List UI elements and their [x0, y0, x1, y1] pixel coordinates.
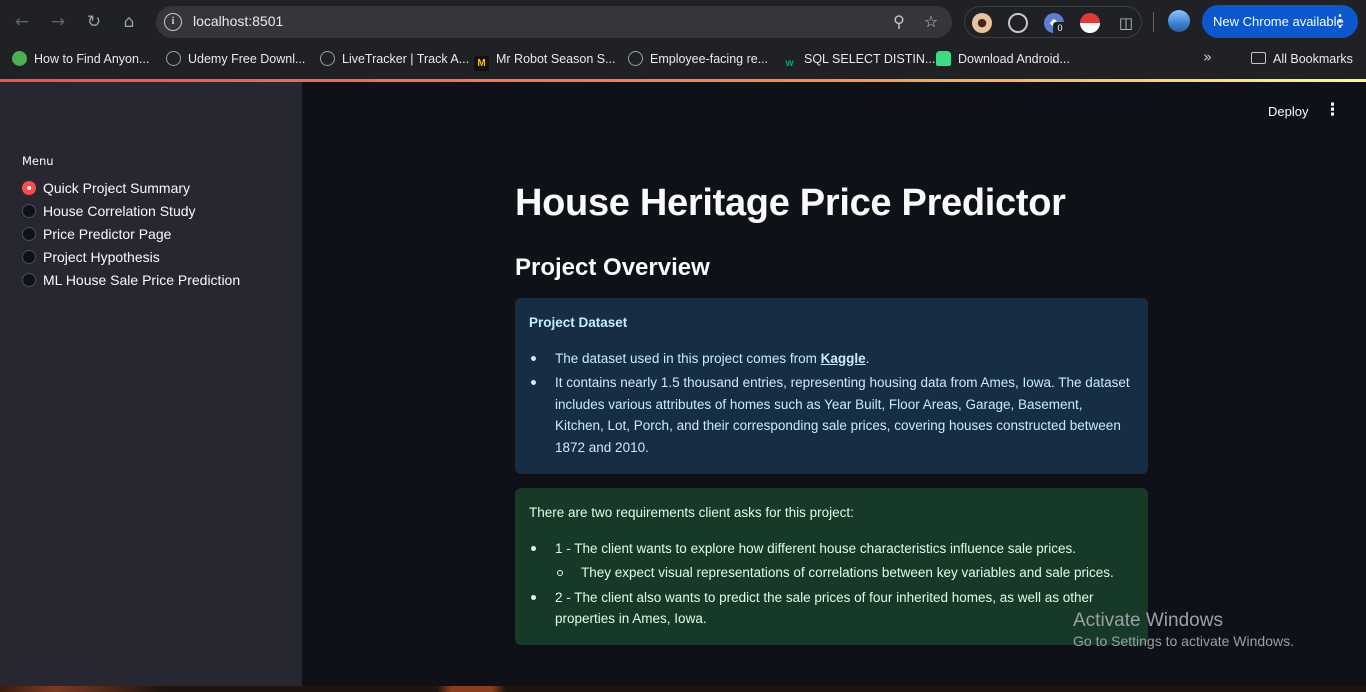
m-logo-icon: M: [474, 56, 489, 71]
profile-avatar[interactable]: [1168, 10, 1190, 32]
watermark-line1: Activate Windows: [1073, 610, 1223, 631]
deploy-button[interactable]: Deploy: [1268, 104, 1308, 119]
bookmark-item[interactable]: Udemy Free Downl...: [166, 50, 305, 68]
bookmark-label: Download Android...: [958, 52, 1070, 66]
toolbar-divider: [1153, 12, 1154, 32]
globe-icon: [166, 51, 181, 66]
chrome-menu-icon[interactable]: ⋮: [1332, 5, 1348, 38]
address-bar[interactable]: i localhost:8501 ⚲ ☆: [156, 6, 952, 38]
all-bookmarks-label: All Bookmarks: [1273, 52, 1353, 66]
radio-label: House Correlation Study: [43, 203, 196, 219]
chrome-update-button[interactable]: New Chrome available ⋮: [1202, 5, 1358, 38]
requirements-list: 1 - The client wants to explore how diff…: [529, 538, 1134, 630]
browser-toolbar: ← → ↻ ⌂ i localhost:8501 ⚲ ☆ ● ◆ ◫ 0 New…: [0, 0, 1366, 44]
bookmark-item[interactable]: M Mr Robot Season S...: [474, 50, 616, 71]
android-icon: [936, 51, 951, 66]
radio-selected-icon[interactable]: [22, 181, 36, 195]
bookmarks-bar: How to Find Anyon... Udemy Free Downl...…: [0, 46, 1366, 72]
windows-activation-watermark: Activate Windows Go to Settings to activ…: [1073, 610, 1294, 649]
globe-icon: [320, 51, 335, 66]
folder-icon: [1251, 52, 1266, 64]
site-info-icon[interactable]: i: [164, 13, 182, 31]
all-bookmarks[interactable]: All Bookmarks: [1251, 50, 1353, 68]
extension-circle-icon[interactable]: [1008, 13, 1028, 33]
info-box-dataset: Project Dataset The dataset used in this…: [515, 298, 1148, 474]
home-icon[interactable]: ⌂: [117, 10, 141, 34]
globe-icon: [628, 51, 643, 66]
list-item-text: .: [865, 350, 870, 366]
bookmarks-overflow-icon[interactable]: »: [1203, 48, 1212, 66]
info-box-heading: Project Dataset: [529, 315, 628, 330]
sidebar: Menu Quick Project Summary House Correla…: [0, 82, 302, 692]
success-box-requirements: There are two requirements client asks f…: [515, 488, 1148, 645]
bookmark-item[interactable]: How to Find Anyon...: [12, 50, 149, 68]
main-content: Deploy ⋮ House Heritage Price Predictor …: [302, 82, 1366, 692]
section-title: Project Overview: [515, 254, 710, 281]
page-title: House Heritage Price Predictor: [515, 182, 1066, 224]
list-subitem: They expect visual representations of co…: [529, 562, 1134, 584]
bookmark-label: Mr Robot Season S...: [496, 52, 616, 66]
requirements-intro: There are two requirements client asks f…: [529, 505, 854, 520]
taskbar-edge: [0, 686, 1366, 692]
extensions-puzzle-icon[interactable]: ◫: [1116, 13, 1136, 33]
radio-label: ML House Sale Price Prediction: [43, 272, 241, 288]
list-item: 1 - The client wants to explore how diff…: [529, 538, 1134, 560]
green-logo-icon: [12, 51, 27, 66]
watermark-line2: Go to Settings to activate Windows.: [1073, 633, 1294, 649]
zoom-icon[interactable]: ⚲: [888, 11, 910, 33]
kaggle-link[interactable]: Kaggle: [821, 351, 866, 366]
radio-unselected-icon[interactable]: [22, 250, 36, 264]
browser-chrome: ← → ↻ ⌂ i localhost:8501 ⚲ ☆ ● ◆ ◫ 0 New…: [0, 0, 1366, 82]
w3-logo-icon: w: [785, 58, 794, 69]
menu-title: Menu: [22, 154, 54, 168]
list-item: It contains nearly 1.5 thousand entries,…: [529, 372, 1134, 458]
radio-label: Quick Project Summary: [43, 180, 191, 196]
bookmark-star-icon[interactable]: ☆: [920, 11, 942, 33]
bookmark-label: Employee-facing re...: [650, 52, 769, 66]
radio-label: Project Hypothesis: [43, 249, 160, 265]
bookmark-label: How to Find Anyon...: [34, 52, 150, 66]
bookmark-item[interactable]: LiveTracker | Track A...: [320, 50, 469, 68]
list-item: 2 - The client also wants to predict the…: [529, 587, 1134, 630]
dataset-list: The dataset used in this project comes f…: [529, 348, 1134, 459]
chrome-update-label: New Chrome available: [1213, 14, 1344, 29]
extension-badge: 0: [1053, 22, 1067, 35]
list-item-text: The dataset used in this project comes f…: [555, 350, 821, 366]
forward-icon[interactable]: →: [46, 10, 70, 34]
pokeball-extension-icon[interactable]: [1080, 13, 1100, 33]
bookmark-item[interactable]: Download Android...: [936, 50, 1070, 68]
list-item: The dataset used in this project comes f…: [529, 348, 1134, 370]
bookmark-item[interactable]: Employee-facing re...: [628, 50, 768, 68]
radio-label: Price Predictor Page: [43, 226, 172, 242]
radio-unselected-icon[interactable]: [22, 204, 36, 218]
radio-unselected-icon[interactable]: [22, 227, 36, 241]
address-url[interactable]: localhost:8501: [193, 13, 283, 29]
bookmark-label: Udemy Free Downl...: [188, 52, 306, 66]
bookmark-item[interactable]: w SQL SELECT DISTIN...: [782, 50, 936, 69]
bookmark-label: LiveTracker | Track A...: [342, 52, 470, 66]
bookmark-label: SQL SELECT DISTIN...: [804, 52, 936, 66]
extension-face-icon[interactable]: ●: [972, 13, 992, 33]
back-icon[interactable]: ←: [10, 10, 34, 34]
main-menu-icon[interactable]: ⋮: [1324, 100, 1341, 120]
radio-unselected-icon[interactable]: [22, 273, 36, 287]
reload-icon[interactable]: ↻: [82, 10, 106, 34]
